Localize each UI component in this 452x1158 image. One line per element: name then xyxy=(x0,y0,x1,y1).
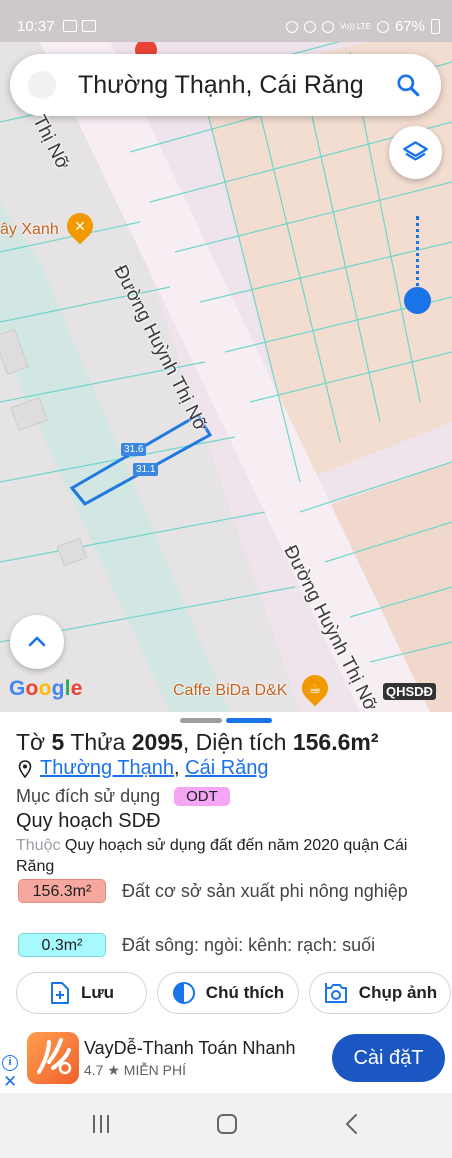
search-icon[interactable] xyxy=(395,72,421,98)
coffee-icon: ☕ xyxy=(308,680,322,696)
notification-icon xyxy=(63,20,77,32)
restaurant-icon: ✕ xyxy=(74,218,86,234)
image-icon xyxy=(82,20,96,32)
hand-icon xyxy=(37,1038,72,1075)
planning-title: Quy hoạch SDĐ xyxy=(16,810,161,832)
screenshot-label: Chụp ảnh xyxy=(358,983,438,1002)
network-label: Vo)) LTE xyxy=(339,21,371,31)
screenshot-button[interactable]: Chụp ảnh xyxy=(309,972,451,1014)
action-buttons: Lưu Chú thích Chụp ảnh xyxy=(16,972,451,1014)
save-button[interactable]: Lưu xyxy=(16,972,147,1014)
recent-apps-icon[interactable] xyxy=(91,1113,111,1135)
poi-label-bottom[interactable]: Caffe BiDa D&K xyxy=(173,682,287,700)
status-bar: 10:37 Vo)) LTE 67% xyxy=(0,0,452,42)
battery-percent: 67% xyxy=(394,18,425,35)
purpose-badge: ODT xyxy=(174,787,230,806)
legend-label: Chú thích xyxy=(205,983,285,1002)
legend-button[interactable]: Chú thích xyxy=(157,972,299,1014)
back-icon[interactable] xyxy=(344,1113,360,1135)
district-link[interactable]: Cái Răng xyxy=(185,757,268,780)
alarm-icon xyxy=(285,20,298,33)
restaurant-pin[interactable]: ✕ xyxy=(61,207,99,245)
overlay-badge: QHSDĐ xyxy=(383,683,436,700)
usage-area-pill: 156.3m² xyxy=(18,879,106,903)
ad-app-meta: 4.7 ★ MIỄN PHÍ xyxy=(84,1062,187,1078)
google-logo: Google xyxy=(9,677,83,700)
notification-icons xyxy=(63,20,96,32)
parcel-info-sheet: Tờ 5 Thửa 2095, Diện tích 156.6m² Thường… xyxy=(0,712,452,1028)
planning-description: Thuộc Quy hoạch sử dụng đất đến năm 2020… xyxy=(16,835,436,877)
location-separator: , xyxy=(174,757,180,779)
ad-info-icon[interactable]: i xyxy=(2,1055,18,1071)
map-view[interactable]: Thường Thạnh, Cái Răng Thị Nỡ Đường Huỳn… xyxy=(0,42,452,712)
plot-dimension-bottom: 31.1 xyxy=(133,463,159,476)
usage-description: Đất sông: ngòi: kênh: rạch: suối xyxy=(122,935,376,955)
poi-label-top[interactable]: ây Xanh xyxy=(0,221,59,239)
battery-icon xyxy=(431,19,440,34)
location-icon xyxy=(303,20,316,33)
usage-row: 0.3m² Đất sông: ngòi: kênh: rạch: suối xyxy=(18,933,412,957)
usage-description: Đất cơ sở sản xuất phi nông nghiệp xyxy=(122,881,408,901)
handle-right[interactable] xyxy=(226,718,272,723)
usage-purpose: Mục đích sử dụng ODT xyxy=(16,786,230,807)
add-file-icon xyxy=(50,982,69,1004)
parcel-location: Thường Thạnh, Cái Răng xyxy=(18,757,269,780)
signal-icon xyxy=(376,20,389,33)
usage-area-pill: 0.3m² xyxy=(18,933,106,957)
handle-left[interactable] xyxy=(180,718,222,723)
install-button[interactable]: Cài đặT xyxy=(332,1034,445,1082)
wifi-icon xyxy=(321,20,334,33)
home-icon[interactable] xyxy=(28,71,56,99)
map-canvas[interactable] xyxy=(0,42,452,712)
save-label: Lưu xyxy=(80,983,115,1002)
planning-prefix: Thuộc xyxy=(16,837,61,854)
ad-banner[interactable]: i ✕ VayDễ-Thanh Toán Nhanh 4.7 ★ MIỄN PH… xyxy=(0,1028,452,1093)
app-icon[interactable] xyxy=(27,1032,79,1084)
opacity-slider-knob[interactable] xyxy=(404,287,431,314)
ad-close-icon[interactable]: ✕ xyxy=(3,1072,17,1092)
location-pin-icon xyxy=(18,759,32,778)
chevron-up-icon xyxy=(28,636,46,647)
system-icons: Vo)) LTE 67% xyxy=(285,18,440,35)
plot-dimension-top: 31.6 xyxy=(121,443,147,456)
status-time: 10:37 xyxy=(17,18,55,35)
search-bar[interactable]: Thường Thạnh, Cái Răng xyxy=(10,54,441,116)
home-nav-icon[interactable] xyxy=(216,1113,238,1135)
planning-text: Quy hoạch sử dụng đất đến năm 2020 quận … xyxy=(16,837,408,875)
layers-icon xyxy=(403,141,428,161)
purpose-label: Mục đích sử dụng xyxy=(16,786,161,806)
search-query[interactable]: Thường Thạnh, Cái Răng xyxy=(78,71,364,100)
expand-sheet-button[interactable] xyxy=(10,615,64,669)
contrast-icon xyxy=(172,982,195,1004)
parcel-title: Tờ 5 Thửa 2095, Diện tích 156.6m² xyxy=(16,729,379,755)
coffee-pin[interactable]: ☕ xyxy=(296,669,334,707)
camera-add-icon xyxy=(324,983,347,1003)
ward-link[interactable]: Thường Thạnh xyxy=(40,757,174,780)
usage-row: 156.3m² Đất cơ sở sản xuất phi nông nghi… xyxy=(18,879,412,903)
layers-button[interactable] xyxy=(389,126,442,179)
sheet-handle[interactable] xyxy=(180,718,272,723)
system-nav-bar xyxy=(0,1093,452,1158)
ad-app-name[interactable]: VayDễ-Thanh Toán Nhanh xyxy=(84,1038,295,1059)
